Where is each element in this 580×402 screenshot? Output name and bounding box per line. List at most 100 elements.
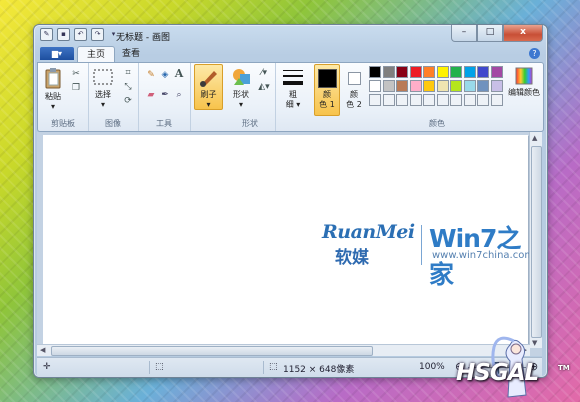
- color1-button[interactable]: 颜 色 1: [314, 64, 340, 116]
- size-button[interactable]: 粗 细 ▾: [280, 67, 306, 110]
- brush-button[interactable]: 刷子 ▾: [194, 64, 223, 110]
- palette-swatch[interactable]: [436, 66, 449, 78]
- paint-menu-button[interactable]: ▆▾: [40, 47, 74, 60]
- ruanmei-logo-cn: 软媒: [335, 248, 369, 268]
- palette-swatch[interactable]: [409, 66, 422, 78]
- palette-swatch[interactable]: [369, 80, 381, 92]
- tab-view[interactable]: 查看: [113, 46, 149, 62]
- crop-icon[interactable]: ⌗: [121, 67, 135, 79]
- horizontal-scrollbar[interactable]: ◀ ▶: [37, 344, 530, 356]
- pencil-icon[interactable]: ✎: [144, 69, 158, 81]
- palette-swatch[interactable]: [396, 80, 408, 92]
- tools-group-label: 工具: [156, 119, 172, 128]
- color2-button[interactable]: 颜 色 2: [342, 64, 366, 114]
- color1-label-line2: 色 1: [319, 100, 335, 109]
- palette-swatch[interactable]: [463, 94, 476, 106]
- win7-logo-url: www.win7china.com: [432, 250, 535, 261]
- text-icon[interactable]: A: [172, 68, 186, 80]
- clipboard-group-label: 剪贴板: [51, 119, 75, 128]
- minimize-button[interactable]: –: [451, 25, 477, 42]
- help-icon[interactable]: ?: [529, 48, 540, 59]
- color1-swatch: [317, 69, 337, 88]
- rotate-icon[interactable]: ⟳: [121, 95, 135, 107]
- palette-swatch[interactable]: [382, 80, 395, 92]
- tab-home[interactable]: 主页: [77, 46, 116, 63]
- chevron-down-icon: ▾: [50, 102, 55, 111]
- palette-swatch[interactable]: [490, 66, 503, 78]
- undo-icon[interactable]: ↶: [74, 28, 87, 41]
- line-size-icon: [283, 70, 303, 85]
- palette-swatch[interactable]: [382, 94, 395, 106]
- vertical-scrollbar[interactable]: ▲ ▼: [529, 132, 542, 348]
- fill-shape-icon[interactable]: ◭▾: [257, 81, 271, 93]
- palette-swatch[interactable]: [382, 66, 395, 78]
- clipboard-icon: [45, 68, 61, 89]
- palette-swatch[interactable]: [477, 94, 489, 106]
- shapes-group-label: 形状: [242, 119, 258, 128]
- palette-swatch[interactable]: [423, 66, 435, 78]
- color-palette: [369, 66, 505, 112]
- palette-swatch[interactable]: [477, 66, 489, 78]
- scroll-left-icon[interactable]: ◀: [40, 346, 45, 354]
- redo-icon[interactable]: ↷: [91, 28, 104, 41]
- chevron-down-icon: ▾: [206, 100, 211, 109]
- palette-swatch[interactable]: [490, 80, 503, 92]
- color2-swatch: [347, 72, 361, 85]
- size-label-line2: 细: [285, 100, 294, 109]
- edit-colors-label: 编辑颜色: [508, 88, 540, 97]
- eraser-icon[interactable]: ▰: [144, 89, 158, 101]
- palette-swatch[interactable]: [423, 80, 435, 92]
- palette-swatch[interactable]: [396, 94, 408, 106]
- zoom-level: 100%: [419, 362, 445, 372]
- shapes-label: 形状: [233, 90, 249, 99]
- palette-swatch[interactable]: [477, 80, 489, 92]
- maximize-button[interactable]: □: [477, 25, 503, 42]
- palette-swatch[interactable]: [436, 94, 449, 106]
- clipboard-group: 粘贴 ▾ ✂ ❐ 剪贴板: [38, 63, 89, 131]
- select-rect-icon: [93, 69, 113, 85]
- palette-swatch[interactable]: [396, 66, 408, 78]
- palette-swatch[interactable]: [369, 66, 381, 78]
- select-button[interactable]: 选择 ▾: [92, 67, 114, 110]
- color-picker-icon[interactable]: ✒: [158, 89, 172, 101]
- copy-icon[interactable]: ❐: [69, 82, 83, 94]
- cut-icon[interactable]: ✂: [69, 68, 83, 80]
- resize-icon[interactable]: ⤡: [121, 81, 135, 93]
- color1-label-line1: 颜: [323, 90, 331, 99]
- quick-access-toolbar: ✎ ▪ ↶ ↷ ▾: [40, 28, 119, 41]
- status-separator: [263, 361, 264, 374]
- horizontal-scroll-thumb[interactable]: [51, 346, 373, 356]
- ribbon-tabs: ▆▾ 主页 查看 ?: [37, 46, 544, 63]
- palette-swatch[interactable]: [450, 94, 462, 106]
- palette-swatch[interactable]: [463, 66, 476, 78]
- palette-swatch[interactable]: [436, 80, 449, 92]
- magnifier-icon[interactable]: ⌕: [172, 89, 186, 101]
- ruanmei-logo-text: RuanMei: [322, 221, 415, 243]
- title-bar: ✎ ▪ ↶ ↷ ▾ 无标题 - 画图 – □ x: [34, 25, 547, 45]
- drawing-canvas[interactable]: RuanMei 软媒 Win7之家 www.win7china.com: [43, 135, 534, 345]
- palette-swatch[interactable]: [423, 94, 435, 106]
- palette-swatch[interactable]: [409, 80, 422, 92]
- close-button[interactable]: x: [503, 25, 543, 42]
- palette-swatch[interactable]: [450, 66, 462, 78]
- shapes-button[interactable]: 形状 ▾: [228, 67, 254, 110]
- palette-swatch[interactable]: [490, 94, 503, 106]
- color2-label-line1: 颜: [350, 90, 358, 99]
- palette-swatch[interactable]: [409, 94, 422, 106]
- vertical-scroll-thumb[interactable]: [531, 146, 542, 338]
- palette-swatch[interactable]: [463, 80, 476, 92]
- palette-swatch[interactable]: [450, 80, 462, 92]
- canvas-dimensions: 1152 × 648像素: [283, 365, 355, 375]
- tools-group: ✎ ◈ A ▰ ✒ ⌕ 工具: [138, 63, 191, 131]
- save-icon[interactable]: ▪: [57, 28, 70, 41]
- image-group: 选择 ▾ ⌗ ⤡ ⟳ 图像: [88, 63, 139, 131]
- paste-button[interactable]: 粘贴 ▾: [42, 67, 64, 112]
- outline-icon[interactable]: ⁄▾: [257, 67, 271, 79]
- edit-colors-button[interactable]: 编辑颜色: [508, 67, 540, 98]
- chevron-down-icon: ▾: [238, 100, 243, 109]
- paint-window: ✎ ▪ ↶ ↷ ▾ 无标题 - 画图 – □ x ▆▾ 主页 查看 ? 粘贴 ▾…: [33, 24, 548, 378]
- scroll-up-icon[interactable]: ▲: [532, 134, 537, 142]
- palette-swatch[interactable]: [369, 94, 381, 106]
- fill-icon[interactable]: ◈: [158, 69, 172, 81]
- paint-app-icon: ✎: [40, 28, 53, 41]
